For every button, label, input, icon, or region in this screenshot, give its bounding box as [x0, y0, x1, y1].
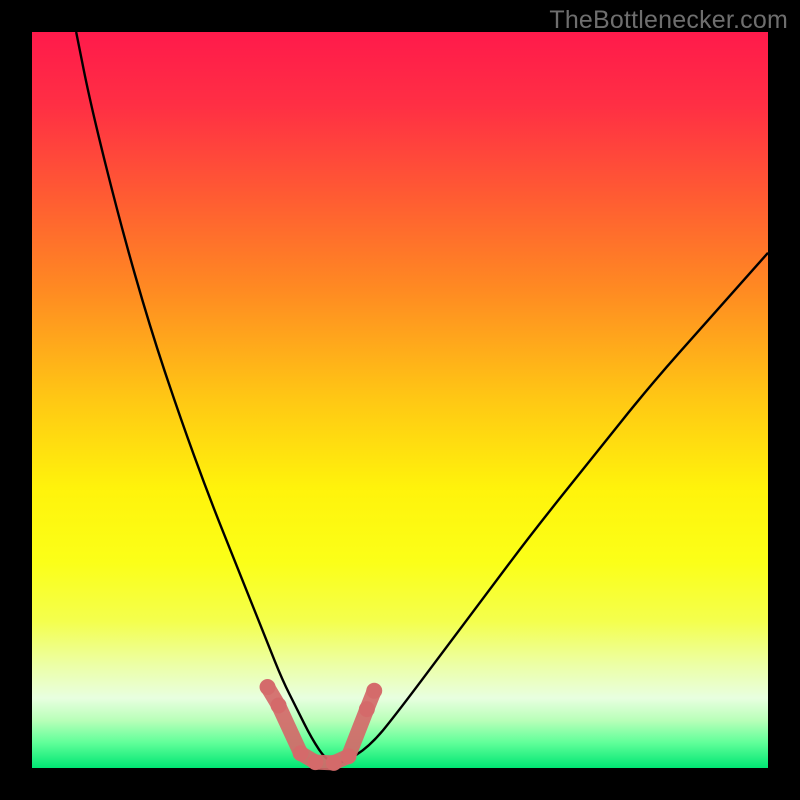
marker-dot	[359, 701, 375, 717]
chart-svg	[0, 0, 800, 800]
plot-background	[32, 32, 768, 768]
marker-dot	[293, 745, 309, 761]
chart-canvas: TheBottlenecker.com	[0, 0, 800, 800]
marker-dot	[260, 679, 276, 695]
marker-dot	[271, 697, 287, 713]
marker-dot	[366, 683, 382, 699]
watermark-label: TheBottlenecker.com	[549, 6, 788, 35]
marker-dot	[326, 755, 342, 771]
marker-dot	[307, 754, 323, 770]
marker-dot	[340, 748, 356, 764]
